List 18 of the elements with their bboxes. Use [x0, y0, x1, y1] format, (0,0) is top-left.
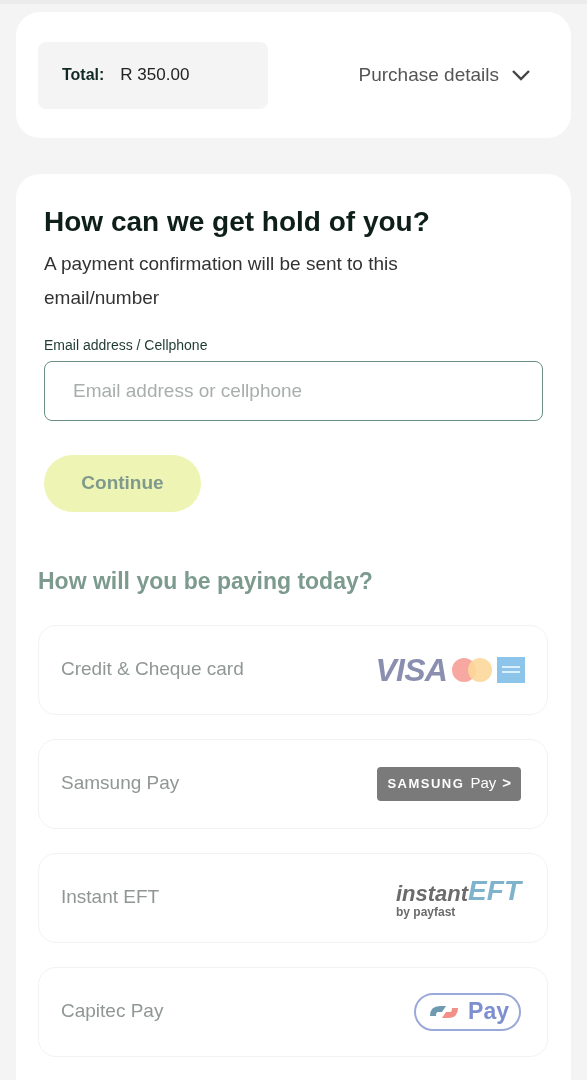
total-amount: R 350.00	[120, 64, 190, 87]
samsung-pay-badge: SAMSUNG Pay >	[377, 766, 521, 801]
purchase-details-toggle[interactable]: Purchase details	[358, 60, 531, 90]
payment-option-label: Credit & Cheque card	[61, 657, 244, 682]
capitec-pay-badge: Pay	[414, 992, 521, 1031]
payment-option-label: Samsung Pay	[61, 771, 180, 796]
total-label: Total:	[62, 65, 105, 85]
instant-eft-logo: instantEFT by payfast	[396, 877, 521, 918]
payment-option-label: Capitec Pay	[61, 999, 164, 1024]
contact-description: A payment confirmation will be sent to this email/number	[44, 252, 399, 310]
visa-logo: VISA	[375, 650, 447, 690]
overlapping-circles-icon	[451, 656, 493, 683]
contact-heading: How can we get hold of you?	[44, 205, 431, 239]
card-logo-icon	[497, 656, 525, 683]
payment-option-label: Instant EFT	[61, 885, 160, 910]
payment-heading: How will you be paying today?	[38, 567, 374, 596]
email-field[interactable]: Email address or cellphone	[44, 361, 543, 421]
field-label: Email address / Cellphone	[44, 336, 209, 355]
